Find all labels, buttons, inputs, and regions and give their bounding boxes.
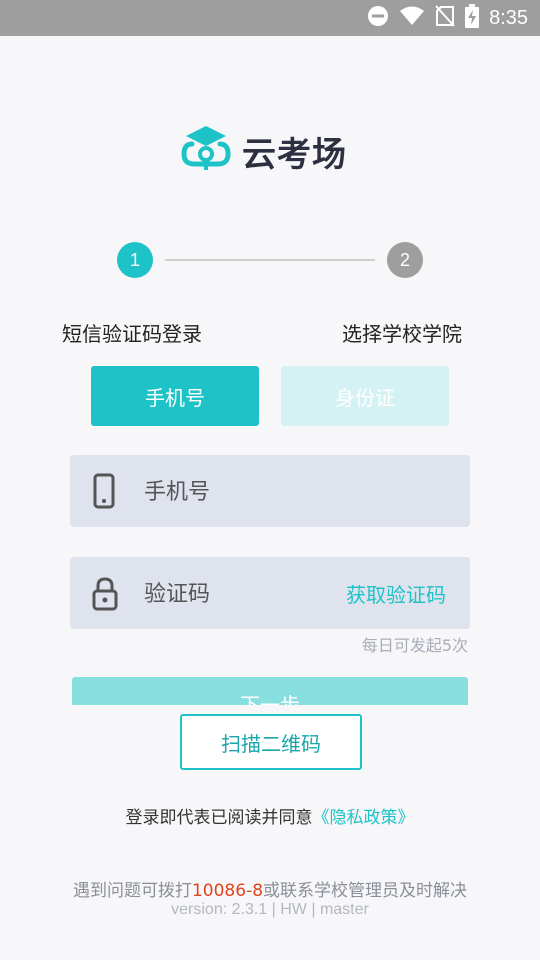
status-bar: 8:35: [0, 0, 540, 36]
step-1-indicator: 1: [117, 242, 153, 278]
tab-id-card[interactable]: 身份证: [281, 366, 449, 426]
help-prefix: 遇到问题可拨打: [72, 881, 192, 901]
code-field[interactable]: 获取验证码: [70, 557, 470, 631]
help-text: 遇到问题可拨打10086-8或联系学校管理员及时解决: [0, 876, 540, 901]
step-connector: [165, 259, 375, 261]
app-name: 云考场: [242, 134, 347, 175]
help-phone-number[interactable]: 10086-8: [192, 881, 263, 901]
status-time: 8:35: [489, 6, 528, 29]
phone-input[interactable]: [142, 455, 406, 529]
step-1-label: 短信验证码登录: [62, 322, 202, 346]
help-suffix: 或联系学校管理员及时解决: [263, 881, 468, 901]
phone-icon: [92, 473, 118, 513]
stepper: 1 2: [117, 242, 423, 278]
scan-qr-button[interactable]: 扫描二维码: [180, 714, 362, 770]
no-sim-icon: [435, 5, 455, 31]
status-icons: 8:35: [367, 0, 528, 36]
step-2-indicator: 2: [387, 242, 423, 278]
next-button[interactable]: 下一步: [72, 677, 468, 705]
tab-phone[interactable]: 手机号: [91, 366, 259, 426]
step-2-label: 选择学校学院: [342, 322, 462, 346]
privacy-policy-link[interactable]: 《隐私政策》: [313, 808, 415, 828]
daily-limit-text: 每日可发起5次: [361, 636, 468, 655]
get-code-button[interactable]: 获取验证码: [346, 579, 446, 608]
agreement-text: 登录即代表已阅读并同意: [125, 808, 313, 828]
do-not-disturb-icon: [367, 5, 389, 31]
wifi-icon: [399, 6, 425, 30]
version-text: version: 2.3.1 | HW | master: [171, 901, 369, 918]
app-logo: 云考场: [178, 124, 347, 178]
battery-charging-icon: [465, 4, 480, 32]
phone-field[interactable]: [70, 455, 470, 529]
privacy-agreement: 登录即代表已阅读并同意《隐私政策》: [0, 803, 540, 828]
lock-icon: [92, 577, 118, 615]
cloud-exam-logo-icon: [178, 124, 234, 178]
